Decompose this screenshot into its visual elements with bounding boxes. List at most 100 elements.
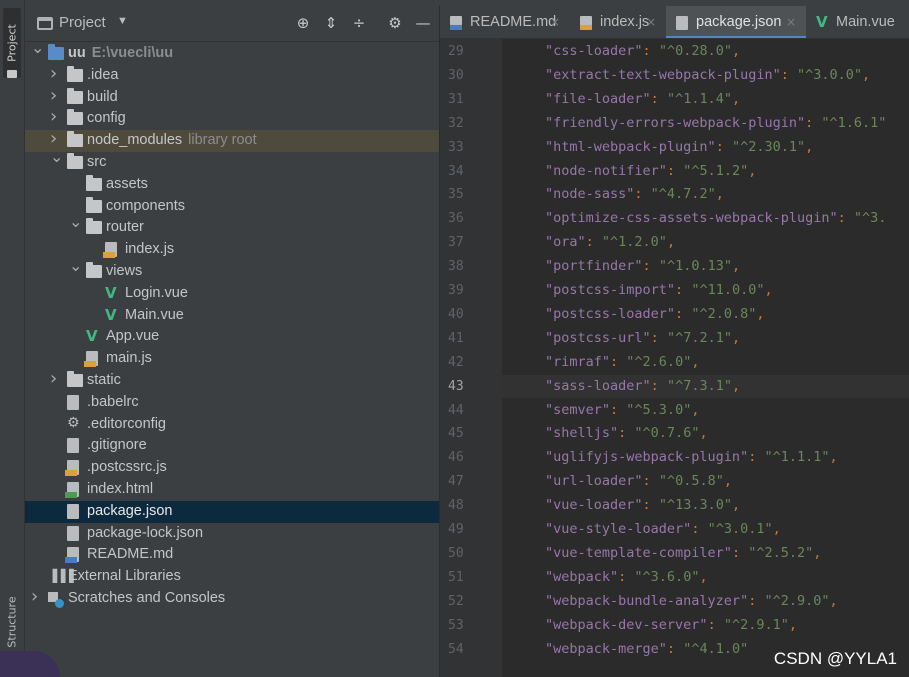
tree-item[interactable]: .postcssrc.js [25, 457, 439, 479]
tree-item[interactable]: .babelrc [25, 392, 439, 414]
tree-item-label: assets [106, 175, 148, 192]
structure-tool-tab[interactable]: Structure [3, 590, 21, 654]
chevron-down-icon[interactable]: ⌄ [50, 149, 63, 165]
tree-item-hint: E:\vuecli\uu [91, 45, 174, 61]
file-icon [67, 525, 79, 541]
tree-item[interactable]: package.json [25, 500, 439, 523]
tree-item[interactable]: › Scratches and Consoles [25, 588, 439, 610]
tree-item-label: uu E:\vuecli\uu [68, 45, 174, 61]
tree-item-label: config [87, 110, 126, 127]
project-view-selector[interactable]: Project [59, 14, 106, 31]
tree-item[interactable]: ⚙ .editorconfig [25, 414, 439, 436]
editor-tab[interactable]: README.md × [440, 6, 570, 38]
js-file-icon [84, 351, 98, 368]
project-tool-tab-label: Project [5, 24, 19, 62]
file-icon [67, 438, 79, 454]
tree-item-label: .idea [87, 66, 119, 83]
tree-item-hint: library root [188, 132, 257, 149]
tree-item-label: build [87, 88, 118, 105]
tree-item[interactable]: ⌄ uu E:\vuecli\uu [25, 40, 439, 65]
chevron-right-icon[interactable]: › [50, 86, 62, 104]
folder-icon [67, 87, 83, 104]
tree-item-label: src [87, 154, 107, 170]
folder-icon [67, 153, 83, 169]
project-tool-tab[interactable]: Project [3, 8, 21, 78]
tree-item[interactable]: assets [25, 174, 439, 196]
editor-tab[interactable]: index.js × [570, 6, 666, 38]
chevron-down-icon[interactable]: ⌄ [69, 214, 82, 230]
editor-tab-label: index.js [600, 14, 650, 30]
js-file-icon [103, 242, 117, 259]
collapse-all-icon[interactable]: ÷ [349, 13, 369, 33]
vue-file-icon: V [105, 305, 117, 324]
editor-tab-label: package.json [696, 14, 782, 30]
chevron-down-icon[interactable]: ▼ [117, 15, 128, 27]
tree-item[interactable]: package-lock.json [25, 523, 439, 545]
tree-item[interactable]: main.js [25, 348, 439, 370]
close-icon[interactable]: × [550, 15, 560, 29]
editor-tab-label: README.md [470, 14, 557, 30]
code-editor[interactable] [502, 39, 909, 677]
tree-item-label: package.json [87, 502, 173, 519]
close-icon[interactable]: × [646, 15, 656, 29]
tree-item[interactable]: › static [25, 370, 439, 392]
tree-item[interactable]: index.js [25, 239, 439, 261]
line-number-gutter [440, 39, 502, 677]
chevron-right-icon[interactable]: › [50, 108, 62, 126]
tree-item[interactable]: › config [25, 108, 439, 130]
editor-tab[interactable]: package.json × [666, 6, 806, 38]
tree-item[interactable]: README.md [25, 544, 439, 566]
tree-item[interactable]: ▐▐▐ External Libraries [25, 566, 439, 588]
tree-item[interactable]: › .idea [25, 64, 439, 87]
project-panel-header: Project ▼ ⊕ ⇕ ÷ ⚙ — [25, 6, 439, 42]
tree-item[interactable]: index.html [25, 479, 439, 501]
project-view-icon [37, 17, 53, 30]
config-file-icon: ⚙ [67, 414, 80, 431]
folder-icon [67, 131, 83, 148]
chevron-down-icon[interactable]: ⌄ [69, 258, 82, 274]
gear-icon[interactable]: ⚙ [385, 13, 405, 33]
close-icon[interactable]: × [786, 15, 796, 29]
markdown-file-icon [65, 547, 79, 564]
tree-item[interactable]: ⌄ src [25, 149, 439, 174]
tree-item[interactable]: › build [25, 86, 439, 109]
project-folder-icon [48, 44, 64, 60]
file-icon [67, 394, 79, 410]
tree-item-label: views [106, 263, 143, 279]
tree-item[interactable]: V Main.vue [25, 305, 439, 327]
tree-item-label: .gitignore [87, 437, 147, 454]
tree-item[interactable]: V App.vue [25, 326, 439, 348]
tree-item[interactable]: ⌄ views [25, 258, 439, 283]
project-panel: Project ▼ ⊕ ⇕ ÷ ⚙ — ⌄ uu E:\vuecli\uu › .ide… [25, 6, 440, 677]
js-file-icon [580, 16, 592, 30]
editor-tab[interactable]: V Main.vue [806, 6, 909, 38]
chevron-right-icon[interactable]: › [50, 130, 62, 148]
vue-file-icon: V [105, 283, 117, 302]
json-file-icon [676, 16, 688, 30]
vue-file-icon: V [816, 13, 828, 31]
tree-item[interactable]: .gitignore [25, 435, 439, 457]
chevron-right-icon[interactable]: › [50, 64, 62, 82]
folder-icon [67, 65, 83, 82]
folder-icon [67, 371, 83, 387]
tree-item[interactable]: › node_modules library root [25, 130, 439, 152]
editor-tab-bar: README.md × index.js × package.json × V Main.vu… [440, 6, 909, 39]
folder-icon [86, 174, 102, 191]
expand-all-icon[interactable]: ⇕ [321, 13, 341, 33]
chevron-right-icon[interactable]: › [31, 588, 43, 606]
tree-item-label: router [106, 219, 144, 236]
tree-item[interactable]: ⌄ router [25, 214, 439, 239]
hide-panel-icon[interactable]: — [413, 13, 433, 33]
tree-item-label: package-lock.json [87, 524, 204, 541]
structure-tool-tab-label: Structure [5, 596, 19, 648]
tree-item-label: .postcssrc.js [87, 459, 167, 476]
chevron-down-icon[interactable]: ⌄ [31, 40, 44, 56]
js-file-icon [65, 460, 79, 477]
tree-item-label: index.js [125, 241, 175, 258]
markdown-file-icon [450, 16, 462, 30]
tree-item[interactable]: V Login.vue [25, 283, 439, 305]
folder-icon [86, 262, 102, 278]
chevron-right-icon[interactable]: › [50, 370, 62, 388]
locate-icon[interactable]: ⊕ [293, 13, 313, 33]
tree-item[interactable]: components [25, 196, 439, 218]
